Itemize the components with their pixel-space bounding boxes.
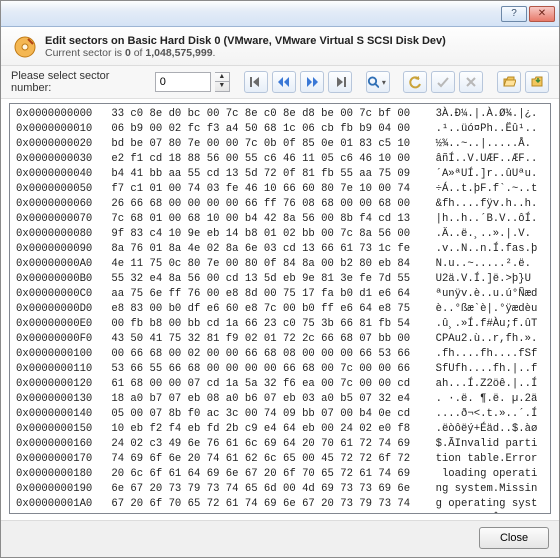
save-file-button[interactable] bbox=[525, 71, 549, 93]
hex-content: 0x0000000000 33 c0 8e d0 bc 00 7c 8e c0 … bbox=[10, 104, 550, 514]
first-sector-button[interactable] bbox=[244, 71, 268, 93]
sector-stepper[interactable]: ▲ ▼ bbox=[215, 72, 230, 92]
header-text: Edit sectors on Basic Hard Disk 0 (VMwar… bbox=[45, 35, 446, 59]
dialog-window: ? ✕ Edit sectors on Basic Hard Disk 0 (V… bbox=[0, 0, 560, 558]
stepper-down-icon[interactable]: ▼ bbox=[215, 82, 229, 91]
stepper-up-icon[interactable]: ▲ bbox=[215, 73, 229, 82]
sub-mid: of bbox=[131, 47, 146, 59]
hex-view[interactable]: 0x0000000000 33 c0 8e d0 bc 00 7c 8e c0 … bbox=[9, 103, 551, 514]
open-file-button[interactable] bbox=[497, 71, 521, 93]
discard-button[interactable] bbox=[459, 71, 483, 93]
undo-button[interactable] bbox=[403, 71, 427, 93]
dialog-title: Edit sectors on Basic Hard Disk 0 (VMwar… bbox=[45, 35, 446, 47]
toolbar: Please select sector number: ▲ ▼ ▾ bbox=[1, 66, 559, 99]
total-sectors: 1,048,575,999 bbox=[145, 47, 212, 59]
sub-suffix: . bbox=[213, 47, 216, 59]
sub-prefix: Current sector is bbox=[45, 47, 125, 59]
header: Edit sectors on Basic Hard Disk 0 (VMwar… bbox=[1, 27, 559, 66]
close-button[interactable]: Close bbox=[479, 527, 549, 549]
last-sector-button[interactable] bbox=[328, 71, 352, 93]
chevron-down-icon: ▾ bbox=[379, 78, 388, 87]
dialog-subtitle: Current sector is 0 of 1,048,575,999. bbox=[45, 47, 446, 59]
sector-number-input[interactable] bbox=[155, 72, 211, 92]
sector-select-label: Please select sector number: bbox=[11, 70, 147, 94]
apply-button[interactable] bbox=[431, 71, 455, 93]
prev-sector-button[interactable] bbox=[272, 71, 296, 93]
find-button[interactable]: ▾ bbox=[366, 71, 390, 93]
titlebar: ? ✕ bbox=[1, 1, 559, 27]
footer: Close bbox=[1, 520, 559, 557]
close-window-button[interactable]: ✕ bbox=[529, 6, 555, 22]
next-sector-button[interactable] bbox=[300, 71, 324, 93]
disk-sector-icon bbox=[13, 35, 37, 59]
help-button[interactable]: ? bbox=[501, 6, 527, 22]
window-controls: ? ✕ bbox=[501, 6, 555, 22]
